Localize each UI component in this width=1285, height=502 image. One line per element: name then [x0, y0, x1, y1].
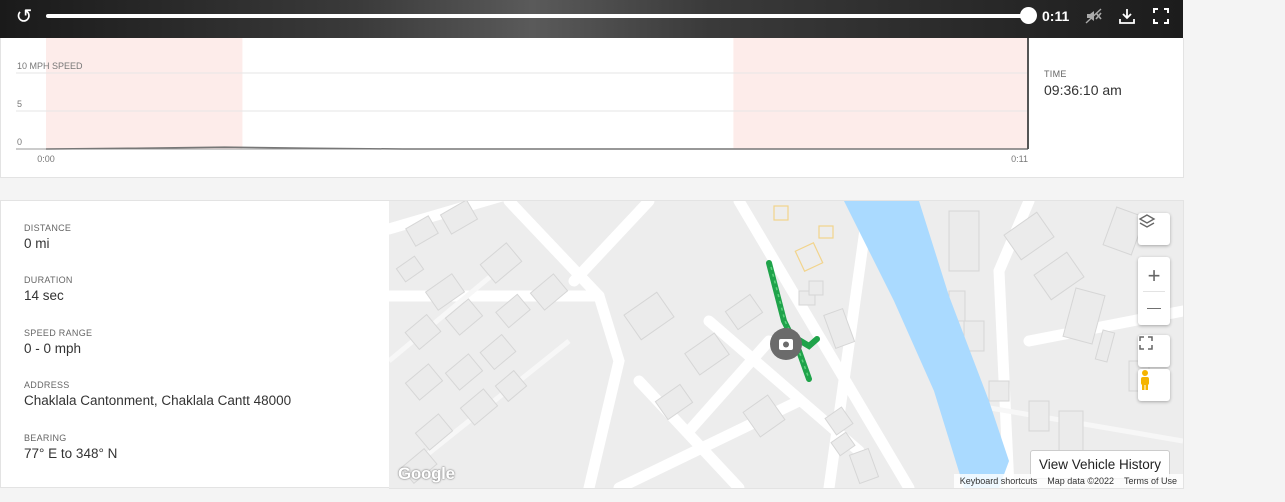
- map-layers-icon[interactable]: [1138, 213, 1170, 245]
- y-tick-label: 5: [17, 99, 22, 109]
- address-info: ADDRESS Chaklala Cantonment, Chaklala Ca…: [24, 380, 291, 408]
- map-fullscreen-icon[interactable]: [1138, 335, 1170, 367]
- speed-range-info: SPEED RANGE 0 - 0 mph: [24, 328, 92, 356]
- x-tick-label: 0:11: [1011, 154, 1028, 164]
- address-value: Chaklala Cantonment, Chaklala Cantt 4800…: [24, 393, 292, 408]
- keyboard-shortcuts-link[interactable]: Keyboard shortcuts: [960, 476, 1038, 486]
- terms-of-use-link[interactable]: Terms of Use: [1124, 476, 1177, 486]
- speed-range-label: SPEED RANGE: [24, 328, 93, 338]
- address-label: ADDRESS: [24, 380, 70, 390]
- download-icon[interactable]: [1116, 6, 1138, 28]
- time-label: TIME: [1044, 69, 1067, 79]
- shaded-region-1: [733, 38, 1028, 149]
- bearing-info: BEARING 77° E to 348° N: [24, 433, 117, 461]
- video-time: 0:11: [1042, 8, 1070, 24]
- time-value: 09:36:10 am: [1044, 82, 1122, 98]
- zoom-controls: + —: [1138, 257, 1170, 325]
- street-view-pegman-icon[interactable]: [1138, 369, 1170, 401]
- distance-info: DISTANCE 0 mi: [24, 223, 71, 251]
- distance-label: DISTANCE: [24, 223, 72, 233]
- y-tick-label: 0: [17, 137, 22, 147]
- speed-range-value: 0 - 0 mph: [24, 341, 82, 356]
- distance-value: 0 mi: [24, 236, 50, 251]
- google-logo: Google: [398, 464, 455, 483]
- map-canvas[interactable]: [389, 201, 1183, 488]
- duration-value: 14 sec: [24, 288, 64, 303]
- fullscreen-icon[interactable]: [1150, 6, 1172, 28]
- map-attribution: Keyboard shortcuts Map data ©2022 Terms …: [953, 474, 1183, 488]
- zoom-in-button[interactable]: +: [1148, 261, 1161, 291]
- camera-marker-icon[interactable]: [770, 328, 802, 360]
- map-data-credit: Map data ©2022: [1047, 476, 1114, 486]
- y-axis-label: 10 MPH SPEED: [17, 61, 83, 71]
- duration-info: DURATION 14 sec: [24, 275, 73, 303]
- sound-muted-icon[interactable]: [1083, 6, 1105, 28]
- zoom-out-button[interactable]: —: [1147, 292, 1161, 322]
- replay-icon[interactable]: ↺: [12, 5, 36, 29]
- time-panel: TIME 09:36:10 am: [1044, 69, 1122, 98]
- scrubber-handle[interactable]: [1020, 7, 1037, 24]
- bearing-label: BEARING: [24, 433, 67, 443]
- map-view[interactable]: + — View Vehicle History Google Keyboard…: [389, 200, 1184, 489]
- shaded-region-0: [46, 38, 243, 149]
- x-tick-label: 0:00: [37, 154, 55, 164]
- video-scrubber[interactable]: [46, 14, 1028, 18]
- bearing-value: 77° E to 348° N: [24, 446, 118, 461]
- duration-label: DURATION: [24, 275, 73, 285]
- trip-info-card: DISTANCE 0 mi DURATION 14 sec SPEED RANG…: [0, 200, 390, 488]
- speed-chart-card: 10 MPH SPEED 5 0 0:00 0:11 TIME 09:36:10 am: [0, 38, 1184, 178]
- video-player-bar: ↺ 0:11: [0, 0, 1183, 38]
- speed-chart: 10 MPH SPEED 5 0 0:00 0:11: [16, 38, 1029, 164]
